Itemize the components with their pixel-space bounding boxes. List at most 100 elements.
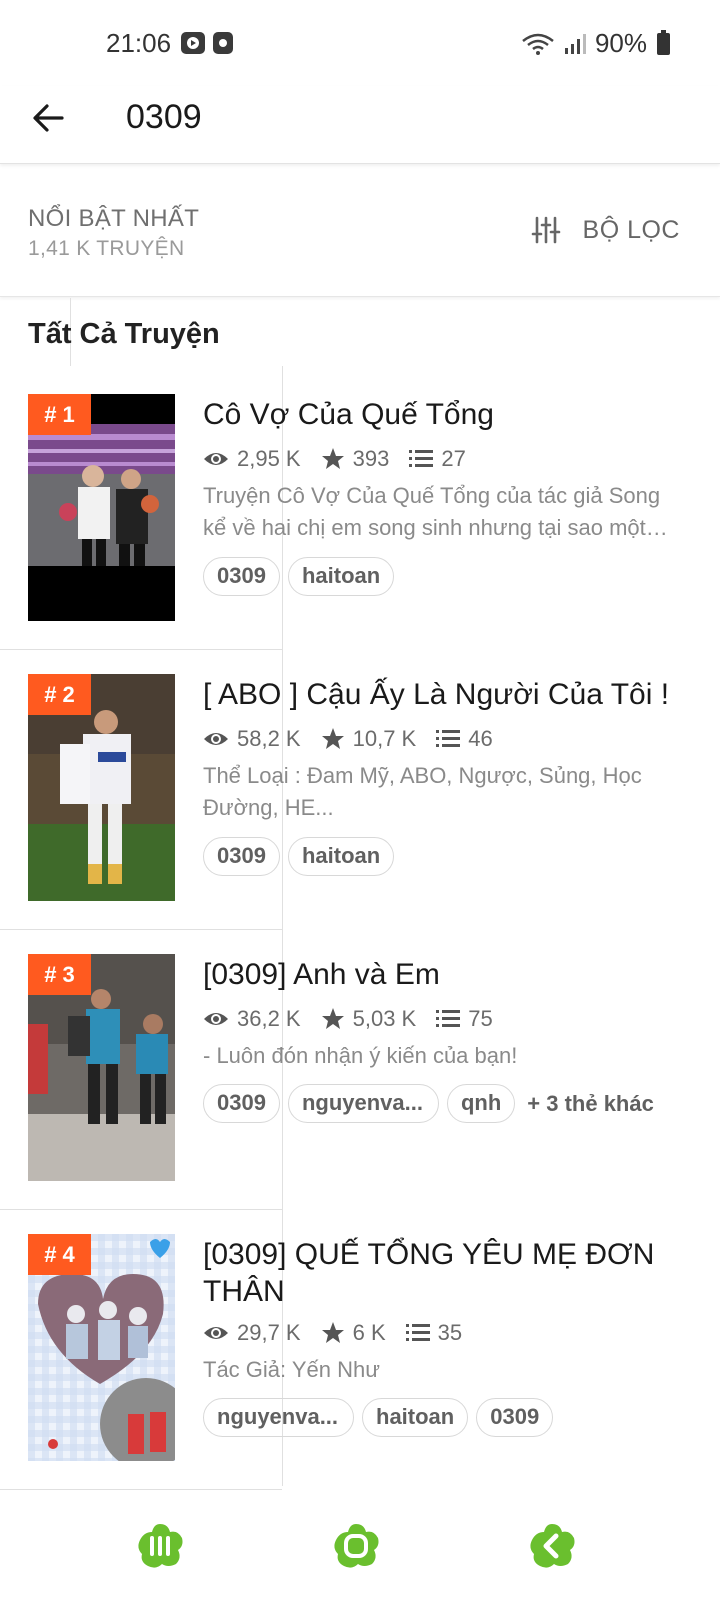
status-time: 21:06: [106, 28, 172, 58]
votes-stat: 5,03 K: [321, 1006, 417, 1032]
votes-count: 10,7 K: [352, 726, 417, 751]
story-cover[interactable]: # 4: [28, 1234, 175, 1461]
reads-count: 36,2 K: [237, 1006, 301, 1031]
eye-icon: [204, 733, 228, 745]
list-icon: [436, 730, 461, 747]
story-title[interactable]: [0309] Anh và Em: [203, 956, 693, 993]
tag-chip[interactable]: 0309: [203, 1084, 280, 1123]
filter-label: BỘ LỌC: [582, 215, 680, 244]
rank-badge: # 4: [28, 1234, 91, 1275]
votes-stat: 10,7 K: [321, 726, 417, 752]
sort-label[interactable]: NỔI BẬT NHẤT: [28, 205, 199, 233]
story-item[interactable]: # 3 [0309] Anh và Em 36,2 K 5,03 K 75 - …: [0, 926, 720, 1210]
reads-count: 58,2 K: [237, 726, 301, 751]
story-description: Thể Loại : Đam Mỹ, ABO, Ngược, Sủng, Học…: [203, 763, 642, 820]
parts-count: 35: [437, 1320, 463, 1345]
votes-count: 5,03 K: [352, 1006, 417, 1031]
story-item[interactable]: # 4 [0309] QUẾ TỔNG YÊU MẸ ĐƠN THÂN 29,7…: [0, 1206, 720, 1490]
tag-chip[interactable]: nguyenva...: [287, 1084, 439, 1123]
camera-app-icon: [213, 32, 233, 54]
back-button[interactable]: [28, 96, 72, 140]
story-item[interactable]: # 1 Cô Vợ Của Quế Tổng 2,95 K 393 27 Tru…: [0, 366, 720, 650]
sort-bar: NỔI BẬT NHẤT 1,41 K TRUYỆN BỘ LỌC: [0, 165, 720, 297]
home-button[interactable]: [332, 1522, 380, 1570]
votes-count: 6 K: [352, 1320, 386, 1345]
home-icon: [334, 1524, 379, 1568]
section-title: Tất Cả Truyện: [28, 318, 220, 350]
list-icon: [436, 1010, 461, 1027]
back-chevron-icon: [530, 1524, 575, 1568]
votes-count: 393: [352, 446, 390, 471]
page-title: 0309: [126, 98, 202, 136]
filter-button[interactable]: BỘ LỌC: [531, 215, 680, 245]
tag-chip[interactable]: haitoan: [362, 1398, 469, 1437]
story-stats: 2,95 K 393 27: [203, 444, 486, 474]
story-stats: 36,2 K 5,03 K 75: [203, 1004, 513, 1034]
reads-stat: 36,2 K: [203, 1006, 301, 1032]
tag-chip[interactable]: 0309: [476, 1398, 554, 1437]
tag-chip[interactable]: haitoan: [287, 557, 395, 596]
parts-stat: 27: [409, 446, 466, 472]
story-title[interactable]: [0309] QUẾ TỔNG YÊU MẸ ĐƠN THÂN: [203, 1236, 693, 1310]
status-bar: 21:06 90%: [0, 0, 720, 86]
tag-list: 0309 haitoan: [203, 837, 395, 876]
reads-count: 29,7 K: [237, 1320, 301, 1345]
tag-list: 0309 nguyenva... qnh + 3 thẻ khác: [203, 1084, 654, 1123]
story-title[interactable]: [ ABO ] Cậu Ấy Là Người Của Tôi !: [203, 676, 693, 713]
list-icon: [405, 1324, 430, 1341]
eye-icon: [204, 1013, 228, 1025]
tag-chip[interactable]: qnh: [446, 1084, 516, 1123]
wifi-icon: [522, 33, 554, 55]
story-cover[interactable]: # 2: [28, 674, 175, 901]
parts-stat: 35: [405, 1320, 463, 1346]
story-stats: 29,7 K 6 K 35: [203, 1318, 482, 1348]
signal-icon: [564, 33, 586, 54]
back-arrow-icon: [33, 104, 64, 132]
divider: [0, 1489, 282, 1490]
reads-stat: 58,2 K: [203, 726, 301, 752]
battery-icon: [657, 29, 670, 55]
votes-stat: 6 K: [321, 1320, 386, 1346]
rank-badge: # 1: [28, 394, 91, 435]
tag-chip[interactable]: 0309: [203, 837, 280, 876]
tag-list: 0309 haitoan: [203, 557, 395, 596]
story-stats: 58,2 K 10,7 K 46: [203, 724, 513, 754]
rank-badge: # 3: [28, 954, 91, 995]
reads-count: 2,95 K: [237, 446, 301, 471]
story-item[interactable]: # 2 [ ABO ] Cậu Ấy Là Người Của Tôi ! 58…: [0, 646, 720, 930]
system-nav-bar: [0, 1500, 720, 1600]
recent-apps-button[interactable]: [136, 1522, 184, 1570]
list-icon: [409, 450, 434, 467]
star-icon: [321, 1322, 344, 1343]
status-right: 90%: [521, 28, 670, 59]
parts-stat: 46: [436, 726, 493, 752]
story-title[interactable]: Cô Vợ Của Quế Tổng: [203, 396, 693, 433]
parts-count: 27: [441, 446, 466, 471]
eye-icon: [204, 453, 228, 465]
battery-percent: 90%: [594, 28, 647, 58]
app-bar: 0309: [0, 86, 720, 164]
story-description: Tác Giả: Yến Như: [203, 1357, 380, 1382]
star-icon: [321, 728, 344, 749]
tag-chip[interactable]: 0309: [203, 557, 280, 596]
tag-list: nguyenva... haitoan 0309: [203, 1398, 554, 1437]
story-description: - Luôn đón nhận ý kiến của bạn!: [203, 1043, 518, 1068]
tag-chip[interactable]: haitoan: [287, 837, 395, 876]
eye-icon: [204, 1327, 228, 1339]
recent-apps-icon: [138, 1524, 183, 1568]
more-tags-link[interactable]: + 3 thẻ khác: [527, 1091, 654, 1117]
star-icon: [321, 448, 344, 469]
tag-chip[interactable]: nguyenva...: [203, 1398, 354, 1437]
back-nav-button[interactable]: [528, 1522, 576, 1570]
rank-badge: # 2: [28, 674, 91, 715]
story-count: 1,41 K TRUYỆN: [28, 237, 185, 260]
reads-stat: 2,95 K: [203, 446, 301, 472]
video-app-icon: [181, 32, 205, 54]
star-icon: [321, 1008, 344, 1029]
parts-stat: 75: [436, 1006, 493, 1032]
story-description: Truyện Cô Vợ Của Quế Tổng của tác giả So…: [203, 483, 668, 540]
story-cover[interactable]: # 3: [28, 954, 175, 1181]
story-cover[interactable]: # 1: [28, 394, 175, 621]
reads-stat: 29,7 K: [203, 1320, 301, 1346]
parts-count: 46: [468, 726, 493, 751]
